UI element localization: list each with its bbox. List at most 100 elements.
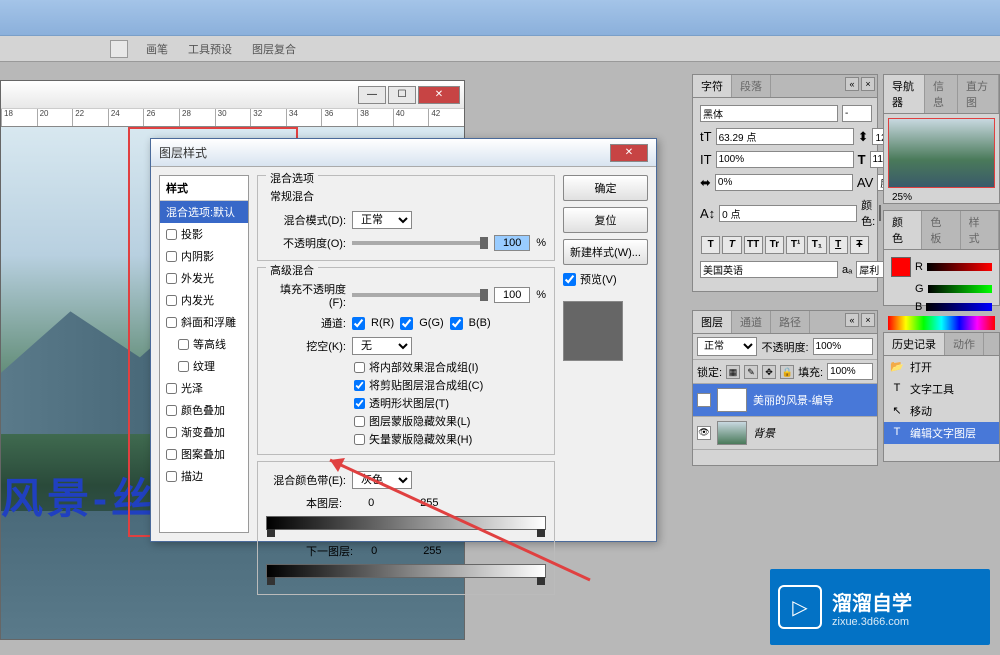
g-slider[interactable] — [928, 285, 992, 293]
foreground-swatch[interactable] — [891, 257, 911, 277]
opt-tab-comps[interactable]: 图层复合 — [244, 38, 304, 60]
style-pattern-overlay[interactable]: 图案叠加 — [160, 443, 248, 465]
text-color-swatch[interactable] — [879, 205, 881, 221]
layer-background[interactable]: 👁 背景 — [693, 417, 877, 450]
style-inner-shadow[interactable]: 内阴影 — [160, 245, 248, 267]
tab-histogram[interactable]: 直方图 — [958, 75, 999, 113]
baseline-input[interactable] — [719, 205, 857, 222]
tab-color[interactable]: 颜色 — [884, 211, 922, 249]
underlying-gradient[interactable] — [266, 564, 546, 578]
style-blending-options[interactable]: 混合选项:默认 — [160, 201, 248, 223]
blend-clipped-check[interactable] — [354, 380, 365, 391]
this-layer-gradient[interactable] — [266, 516, 546, 530]
layer-text[interactable]: 👁 T 美丽的风景-编导 — [693, 384, 877, 417]
opt-tab-presets[interactable]: 工具预设 — [180, 38, 240, 60]
superscript-button[interactable]: T¹ — [786, 236, 805, 254]
style-color-overlay[interactable]: 颜色叠加 — [160, 399, 248, 421]
style-drop-shadow[interactable]: 投影 — [160, 223, 248, 245]
tab-actions[interactable]: 动作 — [945, 333, 984, 355]
transparency-shapes-check[interactable] — [354, 398, 365, 409]
tab-history[interactable]: 历史记录 — [884, 333, 945, 355]
vscale-input[interactable] — [716, 151, 854, 168]
minimize-button[interactable]: — — [358, 86, 386, 104]
visibility-icon[interactable]: 👁 — [697, 393, 711, 407]
tab-character[interactable]: 字符 — [693, 75, 732, 97]
channel-r-check[interactable] — [352, 317, 365, 330]
style-stroke[interactable]: 描边 — [160, 465, 248, 487]
style-satin[interactable]: 光泽 — [160, 377, 248, 399]
new-style-button[interactable]: 新建样式(W)... — [563, 239, 648, 265]
ok-button[interactable]: 确定 — [563, 175, 648, 201]
b-slider[interactable] — [926, 303, 992, 311]
collapse-icon[interactable]: « — [845, 313, 859, 327]
tab-swatches[interactable]: 色板 — [922, 211, 960, 249]
layer-mask-hides-check[interactable] — [354, 416, 365, 427]
style-outer-glow[interactable]: 外发光 — [160, 267, 248, 289]
color-spectrum[interactable] — [888, 316, 995, 330]
opacity-slider[interactable] — [352, 241, 488, 245]
tool-preset-icon[interactable] — [110, 40, 128, 58]
fill-opacity-label: 填充不透明度(F): — [266, 281, 346, 309]
tab-layers[interactable]: 图层 — [693, 311, 732, 333]
history-open[interactable]: 📂打开 — [884, 356, 999, 378]
maximize-button[interactable]: ☐ — [388, 86, 416, 104]
fill-opacity-slider[interactable] — [352, 293, 488, 297]
layer-opacity[interactable] — [813, 338, 873, 355]
history-text-tool[interactable]: T文字工具 — [884, 378, 999, 400]
opt-tab-brush[interactable]: 画笔 — [138, 38, 176, 60]
r-slider[interactable] — [927, 263, 992, 271]
navigator-thumbnail[interactable] — [888, 118, 995, 188]
blend-if-select[interactable]: 灰色 — [352, 471, 412, 489]
style-inner-glow[interactable]: 内发光 — [160, 289, 248, 311]
close-icon[interactable]: × — [861, 313, 875, 327]
history-edit-text[interactable]: T编辑文字图层 — [884, 422, 999, 444]
style-texture[interactable]: 纹理 — [160, 355, 248, 377]
language-select[interactable] — [700, 261, 838, 278]
cancel-button[interactable]: 复位 — [563, 207, 648, 233]
vector-mask-hides-check[interactable] — [354, 434, 365, 445]
collapse-icon[interactable]: « — [845, 77, 859, 91]
smallcaps-button[interactable]: Tr — [765, 236, 784, 254]
zoom-value[interactable]: 25% — [888, 188, 995, 207]
preview-check[interactable] — [563, 273, 576, 286]
dialog-titlebar[interactable]: 图层样式 ✕ — [151, 139, 656, 167]
lock-pixels-icon[interactable]: ✎ — [744, 365, 758, 379]
lock-position-icon[interactable]: ✥ — [762, 365, 776, 379]
underline-button[interactable]: T — [829, 236, 848, 254]
tab-info[interactable]: 信息 — [925, 75, 958, 113]
layer-fill[interactable] — [827, 363, 873, 380]
close-icon[interactable]: × — [861, 77, 875, 91]
visibility-icon[interactable]: 👁 — [697, 426, 711, 440]
dialog-close-button[interactable]: ✕ — [610, 144, 648, 162]
italic-button[interactable]: T — [722, 236, 741, 254]
close-button[interactable]: ✕ — [418, 86, 460, 104]
blend-mode-select[interactable]: 正常 — [352, 211, 412, 229]
fill-opacity-input[interactable] — [494, 287, 530, 303]
font-size-input[interactable] — [716, 128, 854, 145]
watermark-title: 溜溜自学 — [832, 587, 912, 616]
style-bevel[interactable]: 斜面和浮雕 — [160, 311, 248, 333]
tab-paragraph[interactable]: 段落 — [732, 75, 771, 97]
style-contour[interactable]: 等高线 — [160, 333, 248, 355]
opacity-input[interactable] — [494, 235, 530, 251]
subscript-button[interactable]: T₁ — [807, 236, 826, 254]
allcaps-button[interactable]: TT — [744, 236, 763, 254]
style-gradient-overlay[interactable]: 渐变叠加 — [160, 421, 248, 443]
history-move[interactable]: ↖移动 — [884, 400, 999, 422]
strike-button[interactable]: Ŧ — [850, 236, 869, 254]
tracking-input[interactable] — [715, 174, 853, 191]
tab-styles[interactable]: 样式 — [961, 211, 999, 249]
tab-navigator[interactable]: 导航器 — [884, 75, 925, 113]
bold-button[interactable]: T — [701, 236, 720, 254]
channel-b-check[interactable] — [450, 317, 463, 330]
layer-blend-mode[interactable]: 正常 — [697, 337, 757, 356]
channel-g-check[interactable] — [400, 317, 413, 330]
lock-all-icon[interactable]: 🔒 — [780, 365, 794, 379]
knockout-select[interactable]: 无 — [352, 337, 412, 355]
lock-transparency-icon[interactable]: ▦ — [726, 365, 740, 379]
font-style-select[interactable] — [842, 105, 872, 122]
tab-channels[interactable]: 通道 — [732, 311, 771, 333]
blend-interior-check[interactable] — [354, 362, 365, 373]
tab-paths[interactable]: 路径 — [771, 311, 810, 333]
font-family-select[interactable] — [700, 105, 838, 122]
